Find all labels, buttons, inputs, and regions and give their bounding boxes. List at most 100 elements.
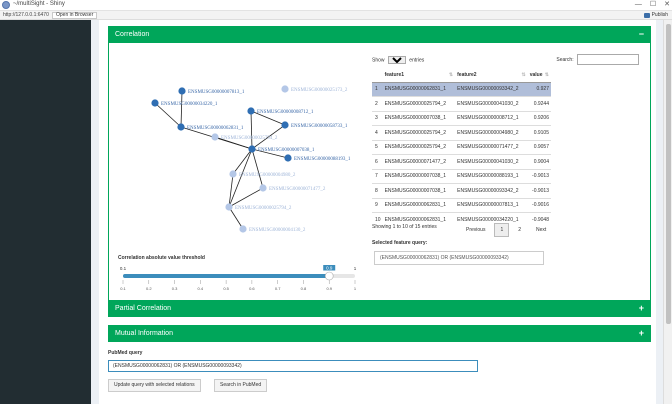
threshold-label: Correlation absolute value threshold <box>118 255 205 261</box>
correlation-network[interactable]: ENSMUSG00000007813_1 ENSMUSG00000034220_1… <box>115 51 361 251</box>
network-node[interactable] <box>151 99 159 107</box>
url-text[interactable]: http://127.0.0.1:6470 <box>3 12 49 18</box>
network-node-label: ENSMUSG00000025173_2 <box>291 88 348 93</box>
table-row[interactable]: 9 ENSMUSG00000062831_1 ENSMUSG00000007813_… <box>372 197 551 213</box>
cell-feature1: ENSMUSG00000007038_1 <box>382 183 456 198</box>
table-info: Showing 1 to 10 of 15 entries <box>372 224 437 230</box>
sort-icon: ⇅ <box>521 71 526 78</box>
network-edge <box>251 148 264 189</box>
table-row[interactable]: 7 ENSMUSG00000007038_1 ENSMUSG00000088193_… <box>372 168 551 184</box>
col-value-label: value <box>529 71 543 78</box>
slider-tick-label: 0.9 <box>326 286 332 291</box>
correlation-box: Correlation − ENSMUSG00000007813_1 ENSMUS… <box>108 26 651 309</box>
slider-handle[interactable] <box>324 271 334 281</box>
cell-index: 2 <box>372 96 383 111</box>
table-header-row: feature1 ⇅ feature2 ⇅ value ⇅ <box>372 68 551 83</box>
vertical-scrollbar[interactable] <box>663 20 672 404</box>
table-row[interactable]: 6 ENSMUSG00000071477_2 ENSMUSG00000041030_… <box>372 154 551 169</box>
cell-value: 0.9105 <box>527 125 551 140</box>
cell-feature2: ENSMUSG00000007813_1 <box>455 197 528 213</box>
cell-feature1: ENSMUSG00000007038_1 <box>382 110 456 126</box>
network-node[interactable] <box>229 170 237 178</box>
rstudio-icon <box>2 1 10 9</box>
network-edge <box>250 110 253 150</box>
slider-tick-label: 0.8 <box>301 286 307 291</box>
cell-feature1: ENSMUSG00000025794_2 <box>382 139 456 155</box>
table-row[interactable]: 1 ENSMUSG00000062831_1 ENSMUSG00000093342_… <box>372 81 551 97</box>
partial-correlation-title: Partial Correlation <box>115 305 172 312</box>
network-node[interactable] <box>247 107 255 115</box>
table-row[interactable]: 4 ENSMUSG00000025794_2 ENSMUSG00000004980_… <box>372 125 551 140</box>
cell-index: 7 <box>372 168 383 184</box>
maximize-button[interactable]: ☐ <box>650 0 656 10</box>
next-button[interactable]: Next <box>530 223 552 237</box>
correlation-header[interactable]: Correlation − <box>109 27 650 43</box>
network-node[interactable] <box>211 133 219 141</box>
window-controls: — ☐ ✕ <box>635 0 670 10</box>
table-controls: Show 10 entries Search: <box>372 54 642 66</box>
col-feature2-label: feature2 <box>457 71 477 78</box>
close-button[interactable]: ✕ <box>664 0 670 10</box>
col-feature1[interactable]: feature1 ⇅ <box>382 68 456 83</box>
slider-tick-label: 0.1 <box>120 286 126 291</box>
network-node[interactable] <box>259 184 267 192</box>
network-node[interactable] <box>178 87 186 95</box>
cell-feature1: ENSMUSG00000025794_2 <box>382 96 456 111</box>
update-query-button[interactable]: Update query with selected relations <box>108 379 201 392</box>
col-value[interactable]: value ⇅ <box>527 68 551 83</box>
table-row[interactable]: 8 ENSMUSG00000007038_1 ENSMUSG00000093342_… <box>372 183 551 198</box>
slider-value-label: 0.9 <box>326 266 333 271</box>
cell-feature1: ENSMUSG00000007038_1 <box>382 168 456 184</box>
search-input[interactable] <box>577 54 639 65</box>
publish-button[interactable]: Publish <box>643 12 668 18</box>
cell-feature2: ENSMUSG00000008712_1 <box>455 110 528 126</box>
network-node[interactable] <box>248 145 256 153</box>
cell-feature2: ENSMUSG00000093342_2 <box>455 183 528 198</box>
cell-value: -0.9013 <box>527 183 551 198</box>
cell-value: 0.9244 <box>527 96 551 111</box>
app-window: ~/multiSight - Shiny — ☐ ✕ http://127.0.… <box>0 0 672 404</box>
network-node[interactable] <box>281 121 289 129</box>
cell-feature1: ENSMUSG00000025794_2 <box>382 125 456 140</box>
cell-feature1: ENSMUSG00000062831_1 <box>382 197 456 213</box>
network-node[interactable] <box>284 154 292 162</box>
table-row[interactable]: 2 ENSMUSG00000025794_2 ENSMUSG00000041030_… <box>372 96 551 111</box>
threshold-slider[interactable]: 0.1 1 0.9 0.1 0.2 0.3 0.4 0.5 0.6 0.7 0.8 0.9 1 <box>119 265 359 295</box>
open-in-browser-button[interactable]: Open in Browser <box>52 12 98 19</box>
network-node[interactable] <box>281 85 289 93</box>
page-length-select[interactable]: 10 <box>387 56 406 64</box>
mutual-information-header[interactable]: Mutual Information + <box>109 326 650 342</box>
network-node-label: ENSMUSG00000025794_2 <box>235 206 292 211</box>
page-2-button[interactable]: 2 <box>512 223 527 237</box>
expand-icon[interactable]: + <box>639 301 644 316</box>
previous-button[interactable]: Previous <box>460 223 491 237</box>
table-row[interactable]: 3 ENSMUSG00000007038_1 ENSMUSG00000008712_… <box>372 110 551 126</box>
network-node-label: ENSMUSG00000088193_1 <box>294 157 351 162</box>
page-1-button[interactable]: 1 <box>494 223 510 237</box>
table-row[interactable]: 5 ENSMUSG00000025794_2 ENSMUSG00000071477_… <box>372 139 551 155</box>
cell-feature2: ENSMUSG00000088193_1 <box>455 168 528 184</box>
minimize-button[interactable]: — <box>635 0 642 10</box>
network-edge <box>228 187 264 208</box>
selected-query-box: (ENSMUSG00000062831) OR (ENSMUSG00000093… <box>374 251 544 265</box>
slider-tick-label: 0.5 <box>223 286 229 291</box>
network-node[interactable] <box>239 225 247 233</box>
cell-value: -0.9016 <box>527 197 551 213</box>
network-node[interactable] <box>177 123 185 131</box>
correlation-title: Correlation <box>115 31 150 38</box>
cell-value: -0.9013 <box>527 168 551 184</box>
col-index[interactable] <box>372 68 383 83</box>
collapse-icon[interactable]: − <box>639 27 644 42</box>
partial-correlation-header[interactable]: Partial Correlation + <box>109 301 650 317</box>
col-feature2[interactable]: feature2 ⇅ <box>455 68 528 83</box>
cell-value: 0.9004 <box>527 154 551 169</box>
cell-feature1: ENSMUSG00000071477_2 <box>382 154 456 169</box>
expand-icon[interactable]: + <box>639 326 644 341</box>
search-pubmed-button[interactable]: Search in PubMed <box>214 379 268 392</box>
network-node-label: ENSMUSG00000007813_1 <box>188 90 245 95</box>
window-title: ~/multiSight - Shiny <box>13 1 65 7</box>
scrollbar-thumb[interactable] <box>666 24 671 324</box>
network-node[interactable] <box>225 203 233 211</box>
pubmed-query-input[interactable]: (ENSMUSG00000062831) OR (ENSMUSG00000093… <box>108 360 478 372</box>
address-bar: http://127.0.0.1:6470 Open in Browser Pu… <box>0 11 672 20</box>
